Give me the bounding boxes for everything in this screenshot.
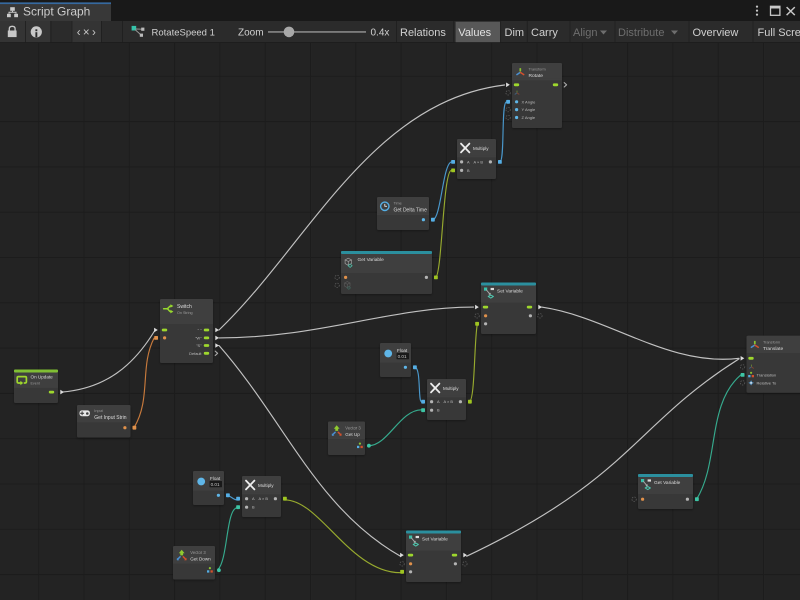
svg-text:Script Graph: Script Graph bbox=[23, 4, 90, 18]
svg-text:Get Down: Get Down bbox=[190, 557, 211, 562]
svg-text:Time: Time bbox=[394, 202, 402, 206]
svg-text:A × B: A × B bbox=[444, 399, 454, 404]
svg-text:Float: Float bbox=[210, 476, 221, 481]
svg-text:Full Scre: Full Scre bbox=[758, 27, 800, 39]
svg-text:Distribute: Distribute bbox=[618, 27, 664, 39]
svg-text:Transform: Transform bbox=[529, 68, 546, 72]
svg-text:A: A bbox=[467, 159, 470, 164]
svg-text:Multiply: Multiply bbox=[443, 386, 459, 391]
svg-text:A: A bbox=[252, 496, 255, 501]
svg-text:Transform: Transform bbox=[763, 340, 780, 344]
svg-text:On String: On String bbox=[177, 311, 193, 315]
svg-text:RotateSpeed 1: RotateSpeed 1 bbox=[152, 28, 215, 39]
svg-text:Zoom: Zoom bbox=[238, 28, 264, 39]
svg-text:Overview: Overview bbox=[693, 27, 739, 39]
svg-text:X Angle: X Angle bbox=[522, 99, 537, 104]
svg-text:Relative To: Relative To bbox=[757, 380, 777, 385]
svg-text:Get Variable: Get Variable bbox=[654, 480, 681, 486]
svg-text:0.01: 0.01 bbox=[398, 354, 407, 359]
svg-text:Event: Event bbox=[31, 381, 40, 385]
svg-text:On Update: On Update bbox=[31, 374, 54, 379]
svg-text:Translate: Translate bbox=[763, 346, 783, 352]
svg-text:Get Up: Get Up bbox=[345, 432, 360, 437]
svg-text:Switch: Switch bbox=[177, 304, 192, 310]
svg-text:Vector 3: Vector 3 bbox=[190, 550, 206, 555]
svg-text:Set Variable: Set Variable bbox=[422, 536, 448, 542]
svg-text:"W": "W" bbox=[195, 336, 202, 341]
svg-text:Rotate: Rotate bbox=[529, 73, 544, 79]
svg-text:Get Delta Time: Get Delta Time bbox=[394, 207, 428, 213]
svg-text:Set Variable: Set Variable bbox=[497, 288, 523, 294]
svg-text:B: B bbox=[467, 168, 470, 173]
svg-text:Align: Align bbox=[573, 27, 597, 39]
svg-text:B: B bbox=[437, 408, 440, 413]
svg-text:A × B: A × B bbox=[474, 159, 484, 164]
svg-text:A × B: A × B bbox=[259, 496, 269, 501]
svg-text:Get Input Strin: Get Input Strin bbox=[94, 415, 126, 421]
svg-text:Multiply: Multiply bbox=[258, 483, 274, 488]
svg-text:Translation: Translation bbox=[757, 372, 777, 377]
svg-text:Default: Default bbox=[189, 351, 202, 356]
svg-text:A: A bbox=[437, 399, 440, 404]
svg-text:Multiply: Multiply bbox=[473, 146, 489, 151]
svg-text:Vector 3: Vector 3 bbox=[345, 426, 361, 431]
svg-text:Z Angle: Z Angle bbox=[522, 115, 536, 120]
svg-text:Input: Input bbox=[94, 409, 103, 413]
svg-text:0.01: 0.01 bbox=[211, 482, 220, 487]
svg-text:Dim: Dim bbox=[505, 27, 525, 39]
svg-text:0.4x: 0.4x bbox=[371, 28, 390, 39]
svg-text:‹ × ›: ‹ × › bbox=[77, 27, 96, 39]
svg-text:Y Angle: Y Angle bbox=[522, 107, 536, 112]
svg-text:Relations: Relations bbox=[400, 27, 446, 39]
svg-text:Values: Values bbox=[458, 27, 491, 39]
svg-text:Get Variable: Get Variable bbox=[358, 257, 385, 263]
svg-text:B: B bbox=[252, 505, 255, 510]
svg-text:Carry: Carry bbox=[531, 27, 558, 39]
svg-text:Float: Float bbox=[397, 348, 408, 353]
svg-text:" ": " " bbox=[198, 328, 202, 333]
svg-text:"S": "S" bbox=[196, 343, 202, 348]
